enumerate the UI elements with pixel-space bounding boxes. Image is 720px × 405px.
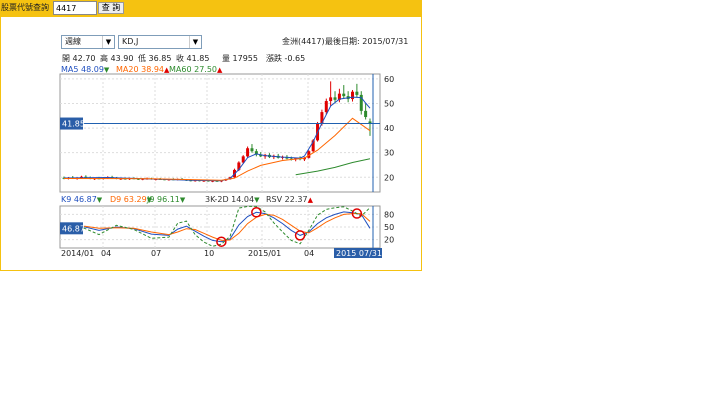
x-tick-label: 07 xyxy=(151,249,161,258)
candle-body xyxy=(333,97,337,100)
price-marker-label: 41.85 xyxy=(62,120,85,129)
x-tick-label: 2014/01 xyxy=(61,249,94,258)
candle-body xyxy=(246,148,250,157)
candle-body xyxy=(342,93,346,97)
price-tick-label: 40 xyxy=(384,124,394,133)
price-tick-label: 20 xyxy=(384,173,394,182)
x-tick-label: 2015/01 xyxy=(248,249,281,258)
x-tick-label: 04 xyxy=(304,249,314,258)
candle-body xyxy=(364,110,368,118)
candle-body xyxy=(355,91,359,95)
price-tick-label: 50 xyxy=(384,100,394,109)
kd-marker-label: 46.87 xyxy=(62,224,85,233)
price-tick-label: 30 xyxy=(384,149,394,158)
stock-chart: 60 50 40 30 20 41.85 80 50 20 46.87 2014/01 04 07 10 2… xyxy=(59,73,394,258)
kd-tick-label: 20 xyxy=(384,236,394,245)
kd-tick-label: 50 xyxy=(384,223,394,232)
price-tick-label: 60 xyxy=(384,75,394,84)
candle-body xyxy=(351,91,355,100)
candle-body xyxy=(329,97,333,102)
candle-body xyxy=(324,101,328,113)
x-tick-label: 04 xyxy=(101,249,111,258)
x-tick-label: 10 xyxy=(204,249,214,258)
x-tick-label: 2015 07/31 xyxy=(336,249,382,258)
price-panel xyxy=(59,73,381,193)
kd-tick-label: 80 xyxy=(384,210,394,219)
candle-body xyxy=(250,148,254,152)
